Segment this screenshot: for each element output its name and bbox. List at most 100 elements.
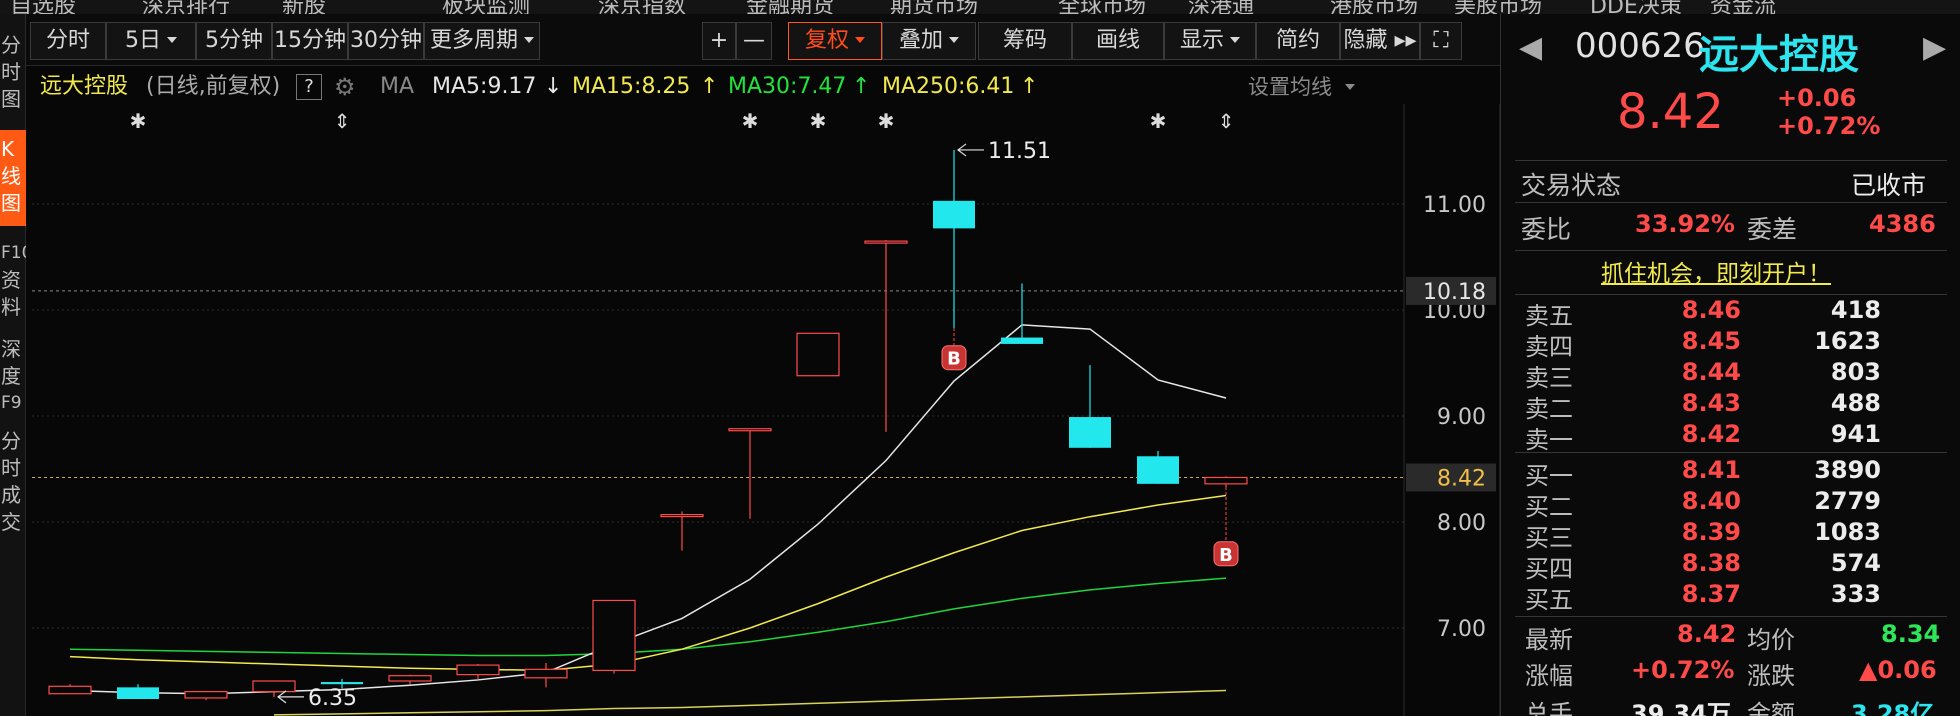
next-stock-icon[interactable]: ▶ [1923, 30, 1946, 65]
legend-ma30: MA30:7.47 [728, 74, 847, 99]
y-tick-label: 11.00 [1423, 193, 1486, 218]
top-nav-item[interactable]: 深京指数 [598, 0, 686, 14]
last-price: 8.42 [1617, 84, 1724, 140]
toolbar-button[interactable]: 更多周期 [424, 22, 540, 60]
stock-code: 000626 [1575, 26, 1705, 66]
book-label: 卖二 [1525, 395, 1573, 423]
left-tab[interactable]: K线图 [0, 130, 26, 226]
candle-body [456, 664, 500, 676]
toolbar-button[interactable]: 分时 [30, 22, 106, 60]
top-nav-item[interactable]: 全球市场 [1058, 0, 1146, 14]
help-button[interactable]: ? [296, 74, 322, 100]
ma-settings-button[interactable]: 设置均线 [1248, 70, 1355, 104]
top-nav-item[interactable]: 金融期货 [746, 0, 834, 14]
candle-body [1001, 337, 1043, 344]
kline-chart[interactable]: 7.008.009.0010.0011.0010.188.42✱ ⇕ ✱ ✱ ✱ ✱ ⇕BB… [26, 104, 1500, 716]
status-label: 交易状态 [1521, 171, 1622, 200]
event-marker-icon[interactable]: ✱ [130, 109, 147, 133]
top-nav-item[interactable]: 美股市场 [1454, 0, 1542, 14]
candle-body [728, 428, 772, 432]
toolbar-button[interactable]: 5分钟 [196, 22, 272, 60]
top-nav-item[interactable]: 资金流 [1710, 0, 1776, 14]
left-tab[interactable]: 分时成交 [0, 422, 26, 534]
annotation-label: 11.51 [988, 139, 1051, 164]
left-tab[interactable]: 深度 F9 [0, 330, 26, 414]
ma250-line [273, 689, 1227, 716]
event-marker-icon[interactable]: ✱ [810, 109, 827, 133]
book-vol: 803 [1830, 358, 1881, 386]
event-marker-icon[interactable]: ✱ [1150, 109, 1167, 133]
latest-label: 最新 [1525, 626, 1573, 654]
arrow-down-icon: ↓ [544, 74, 563, 99]
toolbar-button[interactable]: — [736, 22, 772, 60]
event-marker-icon[interactable]: ⇕ [1218, 109, 1235, 133]
candle-body [48, 685, 92, 695]
promo-link[interactable]: 抓住机会，即刻开户！ [1601, 254, 1831, 288]
arrow-up-icon: ↑ [1020, 74, 1039, 99]
gear-icon[interactable]: ⚙ [334, 70, 356, 104]
top-nav-item[interactable]: 新股 [282, 0, 326, 14]
chart-toolbar: 分时 5日 5分钟 15分钟 30分钟 更多周期 + — 复权 叠加 筹码 画线 显示 简约 隐藏 ▸▸ ⛶ [26, 14, 1500, 66]
toolbar-button[interactable]: 显示 [1164, 22, 1256, 60]
candle-body [388, 675, 432, 682]
book-price: 8.41 [1681, 456, 1741, 484]
status-value: 已收市 [1851, 171, 1927, 200]
buy-signal-label: B [1219, 545, 1233, 566]
candle-body [933, 200, 975, 229]
candle-body [1204, 476, 1248, 485]
top-nav-item[interactable]: 深港通 [1188, 0, 1254, 14]
book-vol: 574 [1830, 549, 1881, 577]
candle-body [1137, 456, 1179, 484]
book-price: 8.40 [1681, 487, 1741, 515]
toolbar-button[interactable]: + [702, 22, 736, 60]
toolbar-button[interactable]: 5日 [106, 22, 196, 60]
top-nav-item[interactable]: 深京排行 [142, 0, 230, 14]
book-label: 卖四 [1525, 333, 1573, 361]
toolbar-button[interactable]: 隐藏 ▸▸ [1340, 22, 1420, 60]
prev-stock-icon[interactable]: ◀ [1519, 30, 1542, 65]
latest-value: 8.42 [1677, 620, 1737, 648]
toolbar-button[interactable]: 叠加 [882, 22, 976, 60]
ma5-line [69, 324, 1227, 695]
toolbar-button[interactable]: 画线 [1072, 22, 1164, 60]
top-nav-item[interactable]: DDE决策 [1590, 0, 1682, 14]
toolbar-button[interactable]: ⛶ [1420, 22, 1462, 60]
left-tab[interactable]: 分时图 [0, 26, 26, 122]
toolbar-button[interactable]: 15分钟 [272, 22, 348, 60]
toolbar-button[interactable]: 复权 [788, 22, 882, 60]
book-vol: 488 [1830, 389, 1881, 417]
left-view-tabs: 分时图 K线图 F10资料深度F9 分时成交 [0, 14, 26, 716]
left-tab[interactable]: F10资料 [0, 234, 26, 322]
toolbar-button[interactable]: 30分钟 [348, 22, 424, 60]
avg-value: 8.34 [1881, 620, 1941, 648]
candle-body [321, 682, 363, 685]
legend-ma-label: MA [380, 74, 415, 99]
top-nav-item[interactable]: 期货市场 [890, 0, 978, 14]
top-nav-item[interactable]: 自选股 [10, 0, 76, 14]
book-vol: 1623 [1814, 327, 1881, 355]
candle-body [184, 690, 228, 699]
book-price: 8.43 [1681, 389, 1741, 417]
top-nav-item[interactable]: 港股市场 [1330, 0, 1418, 14]
candle-body [252, 680, 296, 693]
legend-period: (日线,前复权) [146, 74, 281, 99]
top-nav-item[interactable]: 板块监测 [442, 0, 530, 14]
book-label: 买四 [1525, 555, 1573, 583]
toolbar-button[interactable]: 简约 [1256, 22, 1340, 60]
amt-label: 金额 [1747, 700, 1795, 716]
event-marker-icon[interactable]: ✱ [742, 109, 759, 133]
annotation-label: 6.35 [308, 686, 357, 711]
legend-ma15: MA15:8.25 [572, 74, 691, 99]
pct-value: +0.72% [1631, 656, 1735, 684]
chg-label: 涨跌 [1747, 662, 1795, 690]
event-marker-icon[interactable]: ⇕ [334, 109, 351, 133]
vol-value: 39.34万 [1631, 700, 1731, 716]
avg-label: 均价 [1747, 626, 1795, 654]
top-nav-bar: 自选股 深京排行 新股 板块监测 深京指数 金融期货 期货市场 全球市场 深港通 港股市场 美股市场… [0, 0, 1960, 14]
book-vol: 333 [1830, 580, 1881, 608]
toolbar-button[interactable]: 筹码 [978, 22, 1072, 60]
legend-ma5: MA5:9.17 [432, 74, 537, 99]
book-price: 8.37 [1681, 580, 1741, 608]
event-marker-icon[interactable]: ✱ [878, 109, 895, 133]
book-vol: 941 [1830, 420, 1881, 448]
